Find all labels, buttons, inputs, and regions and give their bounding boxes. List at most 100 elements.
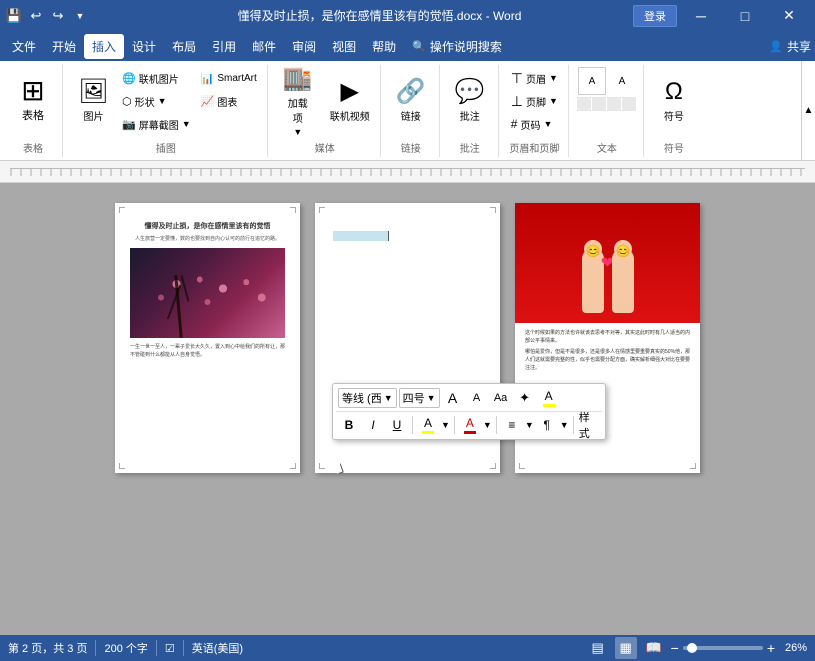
menu-bar: 文件 开始 插入 设计 布局 引用 邮件 审阅 视图 帮助 🔍 操作说明搜索 👤… (0, 31, 815, 61)
group-media: 🏬 加载项 ▼ ▶ 联机视频 媒体 (270, 65, 381, 157)
page-corner-tr (290, 207, 296, 213)
ribbon-btn-chart[interactable]: 📈 图表 (197, 90, 261, 112)
highlight-color-btn[interactable]: A (417, 415, 439, 435)
menu-design[interactable]: 设计 (124, 34, 164, 59)
word-count[interactable]: 200 个字 (104, 640, 147, 656)
menu-review[interactable]: 审阅 (284, 34, 324, 59)
save-icon[interactable]: 💾 (6, 8, 22, 24)
menu-search[interactable]: 🔍 操作说明搜索 (404, 34, 510, 59)
menu-view[interactable]: 视图 (324, 34, 364, 59)
login-button[interactable]: 登录 (633, 5, 677, 27)
zoom-minus-btn[interactable]: − (671, 640, 679, 656)
ribbon-btn-comment[interactable]: 💬 批注 (446, 67, 494, 133)
floating-toolbar: 等线 (西 ▼ 四号 ▼ A A Aa ✦ A B I U (332, 383, 606, 440)
styles-btn[interactable]: 样式 (578, 415, 600, 435)
ribbon-btn-footer[interactable]: ⊥ 页脚 ▼ (507, 90, 562, 112)
link-icon: 🔗 (396, 77, 426, 106)
ribbon-btn-textbox[interactable]: A (578, 67, 606, 95)
font-color-dropdown[interactable]: ▼ (483, 420, 492, 430)
paragraph-btn[interactable]: ¶ (536, 415, 558, 435)
online-picture-icon: 🌐 (122, 72, 136, 85)
zoom-slider[interactable] (683, 646, 763, 650)
ribbon-btn-link[interactable]: 🔗 链接 (387, 67, 435, 133)
page-1: 懂得及时止损，是你在感情里该有的觉悟 人生旅营一定要懂，数的也要找到自内心认可的… (115, 203, 300, 473)
font-format-btn[interactable]: Aa (490, 388, 512, 408)
page-number-icon: # (511, 117, 518, 131)
ribbon-btn-wordart[interactable]: A (608, 67, 636, 95)
group-tables: ⊞ 表格 表格 (4, 65, 63, 157)
paragraph-dropdown[interactable]: ▼ (560, 420, 569, 430)
group-links: 🔗 链接 链接 (383, 65, 440, 157)
list-btn[interactable]: ≡ (501, 415, 523, 435)
language[interactable]: 英语(美国) (192, 640, 243, 656)
list-dropdown[interactable]: ▼ (525, 420, 534, 430)
ribbon-scroll-up[interactable]: ▲ (801, 61, 815, 160)
text-option-3[interactable] (607, 97, 621, 111)
picture-icon: 🖼 (78, 77, 108, 106)
ribbon-btn-picture[interactable]: 🖼 图片 (71, 67, 116, 133)
status-sep-2 (156, 640, 157, 656)
quick-access-arrow[interactable]: ▼ (72, 8, 88, 24)
toolbar-separator-1 (412, 416, 413, 434)
font-increase-btn[interactable]: A (442, 388, 464, 408)
ribbon: ⊞ 表格 表格 🖼 图片 🌐 联机图片 ⬡ 形状 ▼ (0, 61, 815, 161)
view-print-btn[interactable]: ▤ (587, 637, 609, 659)
italic-button[interactable]: I (362, 415, 384, 435)
menu-layout[interactable]: 布局 (164, 34, 204, 59)
ribbon-btn-online-video[interactable]: ▶ 联机视频 (324, 67, 376, 133)
symbol-icon: Ω (665, 78, 683, 106)
view-read-btn[interactable]: 📖 (643, 637, 665, 659)
ribbon-btn-addins[interactable]: 🏬 加载项 ▼ (274, 67, 322, 133)
group-illustrations: 🖼 图片 🌐 联机图片 ⬡ 形状 ▼ 📷 屏幕截图 ▼ (65, 65, 268, 157)
ribbon-btn-header[interactable]: ⊤ 页眉 ▼ (507, 67, 562, 89)
text-option-4[interactable] (622, 97, 636, 111)
ribbon-btn-screenshot[interactable]: 📷 屏幕截图 ▼ (118, 113, 195, 135)
ribbon-btn-page-number[interactable]: # 页码 ▼ (507, 113, 562, 135)
page1-image (130, 248, 285, 338)
menu-file[interactable]: 文件 (4, 34, 44, 59)
undo-icon[interactable]: ↩ (28, 8, 44, 24)
close-button[interactable]: ✕ (769, 0, 809, 31)
title-bar-left: 💾 ↩ ↪ ▼ (6, 8, 126, 24)
clear-format-btn[interactable]: ✦ (514, 388, 536, 408)
font-color-a-btn[interactable]: A (538, 388, 560, 408)
font-decrease-btn[interactable]: A (466, 388, 488, 408)
group-header-footer: ⊤ 页眉 ▼ ⊥ 页脚 ▼ # 页码 ▼ 页眉和页脚 (501, 65, 569, 157)
document-check-icon[interactable]: ☑ (165, 642, 175, 655)
menu-mailings[interactable]: 邮件 (244, 34, 284, 59)
title-bar-right: 登录 ─ □ ✕ (633, 0, 809, 31)
underline-button[interactable]: U (386, 415, 408, 435)
restore-button[interactable]: □ (725, 0, 765, 31)
bold-button[interactable]: B (338, 415, 360, 435)
font-size-select[interactable]: 四号 ▼ (399, 388, 440, 408)
zoom-slider-thumb[interactable] (687, 643, 697, 653)
ribbon-btn-smartart[interactable]: 📊 SmartArt (197, 67, 261, 89)
ribbon-btn-table[interactable]: ⊞ 表格 (8, 67, 58, 133)
page-corner-br (290, 463, 296, 469)
view-web-btn[interactable]: ▦ (615, 637, 637, 659)
ribbon-btn-online-picture[interactable]: 🌐 联机图片 (118, 67, 195, 89)
font-name-select[interactable]: 等线 (西 ▼ (338, 388, 397, 408)
shapes-icon: ⬡ (122, 95, 132, 108)
font-color-btn[interactable]: A (459, 415, 481, 435)
text-option-2[interactable] (592, 97, 606, 111)
text-option-1[interactable] (577, 97, 591, 111)
header-icon: ⊤ (511, 70, 523, 87)
menu-insert[interactable]: 插入 (84, 34, 124, 59)
minimize-button[interactable]: ─ (681, 0, 721, 31)
page-corner-bl (519, 463, 525, 469)
redo-icon[interactable]: ↪ (50, 8, 66, 24)
menu-home[interactable]: 开始 (44, 34, 84, 59)
menu-help[interactable]: 帮助 (364, 34, 404, 59)
page-corner-tr (490, 207, 496, 213)
menu-references[interactable]: 引用 (204, 34, 244, 59)
page-info[interactable]: 第 2 页，共 3 页 (8, 640, 87, 656)
screenshot-icon: 📷 (122, 118, 136, 131)
ribbon-btn-symbol[interactable]: Ω 符号 (650, 67, 698, 133)
highlight-dropdown[interactable]: ▼ (441, 420, 450, 430)
share-button[interactable]: 共享 (787, 38, 811, 55)
page-corner-bl (119, 463, 125, 469)
ribbon-btn-shapes[interactable]: ⬡ 形状 ▼ (118, 90, 195, 112)
zoom-plus-btn[interactable]: + (767, 640, 775, 656)
zoom-percent[interactable]: 26% (779, 642, 807, 654)
